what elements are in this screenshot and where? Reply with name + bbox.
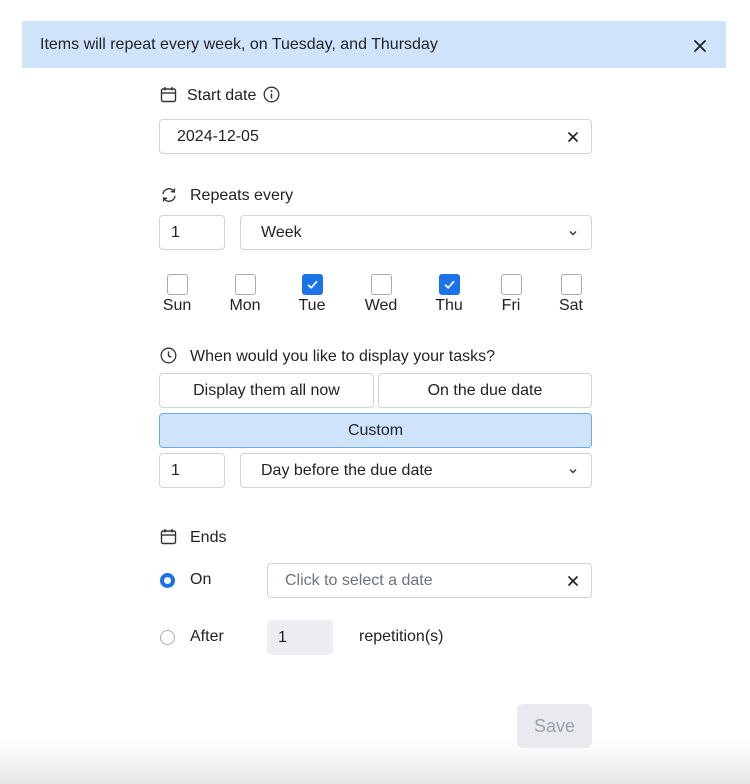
ends-on-label: On <box>190 571 212 588</box>
info-icon[interactable] <box>263 86 281 104</box>
close-icon <box>568 131 578 142</box>
day-checkbox[interactable] <box>370 274 392 295</box>
ends-on-radio[interactable] <box>160 573 175 588</box>
clear-end-date-button[interactable] <box>565 573 581 589</box>
bottom-shadow <box>0 740 750 784</box>
repeats-every-label: Repeats every <box>190 187 294 204</box>
custom-count-input[interactable]: 1 <box>159 453 225 488</box>
day-label: Sun <box>162 297 192 314</box>
calendar-icon <box>160 86 178 104</box>
day-checkbox[interactable] <box>500 274 522 295</box>
repeat-icon <box>160 186 179 205</box>
ends-after-count-input[interactable]: 1 <box>267 620 333 655</box>
custom-count-value: 1 <box>171 461 180 479</box>
repeat-interval-value: 1 <box>171 223 180 241</box>
repeat-interval-input[interactable]: 1 <box>159 215 225 250</box>
close-icon <box>694 40 706 52</box>
day-mon[interactable]: Mon <box>215 274 275 315</box>
display-all-now-button[interactable]: Display them all now <box>159 373 374 408</box>
day-checkbox[interactable] <box>560 274 582 295</box>
repetitions-label: repetition(s) <box>359 628 444 645</box>
banner-text: Items will repeat every week, on Tuesday… <box>40 36 438 53</box>
clear-start-date-button[interactable] <box>565 129 581 145</box>
ends-label: Ends <box>190 529 227 546</box>
day-tue[interactable]: Tue <box>282 274 342 315</box>
start-date-input[interactable]: 2024-12-05 <box>159 119 592 154</box>
checkmark-icon <box>443 280 455 290</box>
ends-on-date-input[interactable]: Click to select a date <box>267 563 592 598</box>
day-label: Fri <box>501 297 521 314</box>
day-checkbox[interactable] <box>438 274 460 295</box>
display-question-label: When would you like to display your task… <box>190 348 496 365</box>
start-date-value: 2024-12-05 <box>177 127 259 145</box>
chevron-down-icon <box>569 468 577 473</box>
day-sat[interactable]: Sat <box>541 274 601 315</box>
day-sun[interactable]: Sun <box>147 274 207 315</box>
custom-unit-value: Day before the due date <box>261 461 433 479</box>
day-thu[interactable]: Thu <box>419 274 479 315</box>
repeat-unit-value: Week <box>261 223 302 241</box>
repeat-unit-select[interactable]: Week <box>240 215 592 250</box>
ends-after-label: After <box>190 628 224 645</box>
ends-after-radio[interactable] <box>160 630 175 645</box>
ends-on-date-placeholder: Click to select a date <box>285 571 433 589</box>
day-checkbox[interactable] <box>301 274 323 295</box>
chevron-down-icon <box>569 230 577 235</box>
day-fri[interactable]: Fri <box>481 274 541 315</box>
day-wed[interactable]: Wed <box>351 274 411 315</box>
close-icon <box>568 575 578 586</box>
day-label: Tue <box>298 297 326 314</box>
day-label: Wed <box>364 297 398 314</box>
custom-unit-select[interactable]: Day before the due date <box>240 453 592 488</box>
close-banner-button[interactable] <box>688 34 712 58</box>
day-checkbox[interactable] <box>234 274 256 295</box>
calendar-icon <box>160 528 178 546</box>
on-due-date-button[interactable]: On the due date <box>378 373 592 408</box>
day-checkbox[interactable] <box>166 274 188 295</box>
day-label: Thu <box>435 297 463 314</box>
day-label: Mon <box>229 297 261 314</box>
checkmark-icon <box>306 280 318 290</box>
clock-icon <box>160 347 178 365</box>
custom-button[interactable]: Custom <box>159 413 592 448</box>
day-label: Sat <box>558 297 583 314</box>
start-date-label: Start date <box>187 87 257 104</box>
